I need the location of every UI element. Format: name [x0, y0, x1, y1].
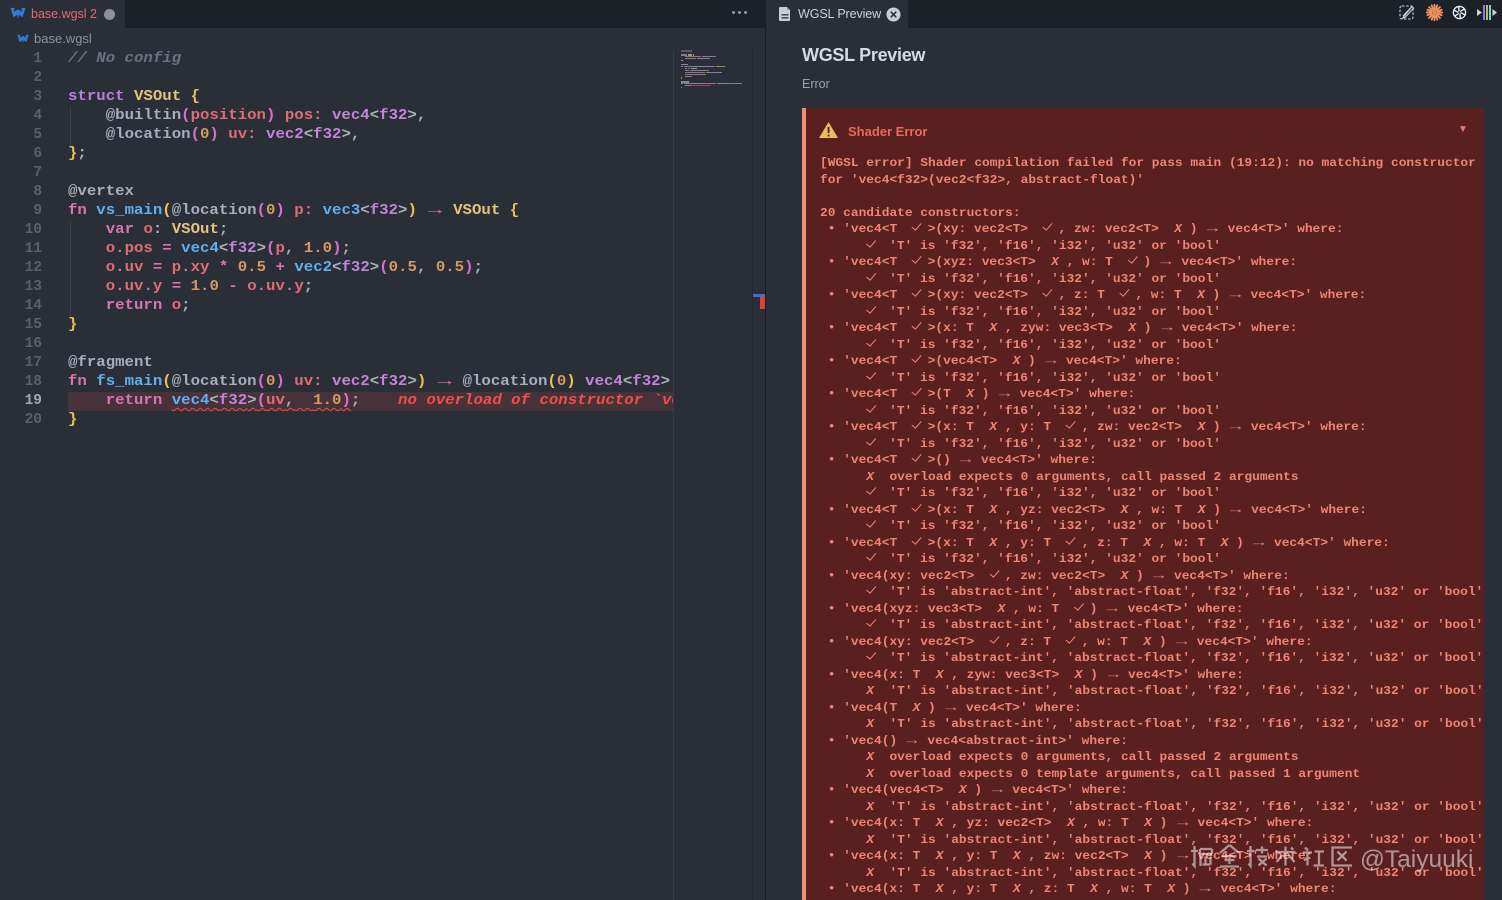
svg-text:@Taiyuuki: @Taiyuuki [1360, 846, 1473, 873]
